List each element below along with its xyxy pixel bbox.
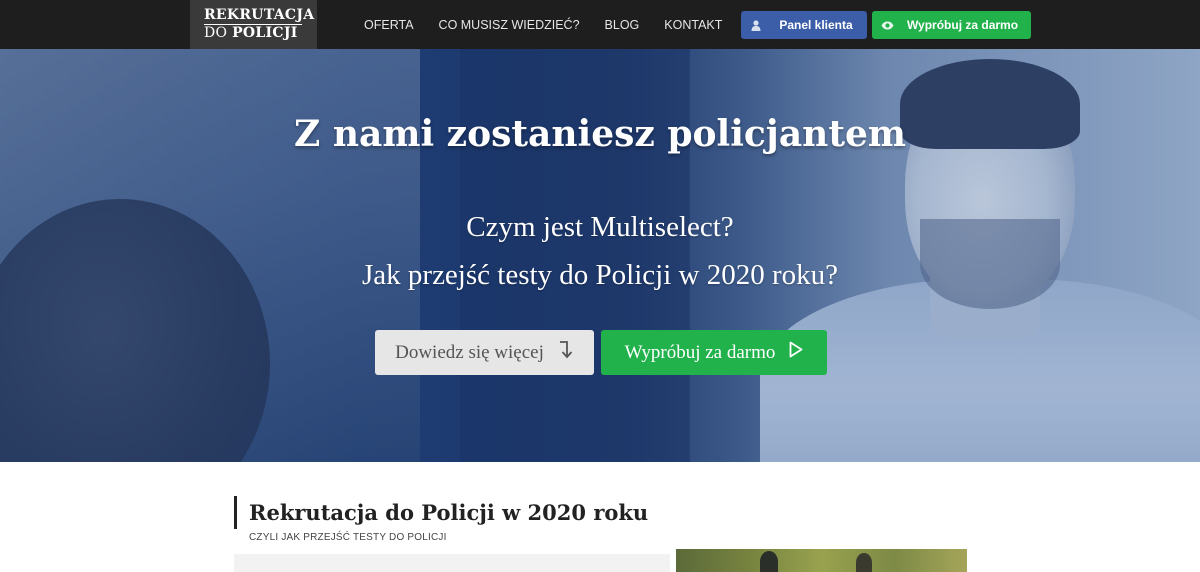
hero-bg-door (460, 49, 690, 462)
nav-item-oferta[interactable]: OFERTA (364, 18, 414, 32)
nav-item-co-musisz-wiedziec[interactable]: CO MUSISZ WIEDZIEĆ? (439, 18, 580, 32)
hero-title: Z nami zostaniesz policjantem (294, 113, 906, 155)
hero-subtitle-2: Jak przejść testy do Policji w 2020 roku… (362, 259, 838, 291)
section-subtitle: CZYLI JAK PRZEJŚĆ TESTY DO POLICJI (249, 532, 447, 543)
logo-line-2: DO POLICJI (204, 25, 317, 42)
try-free-header-button[interactable]: Wypróbuj za darmo (872, 11, 1031, 39)
try-free-hero-button[interactable]: Wypróbuj za darmo (601, 330, 827, 375)
logo-line-1: REKRUTACJA (204, 7, 315, 25)
hero-subtitle-1: Czym jest Multiselect? (466, 211, 734, 243)
site-logo[interactable]: REKRUTACJA DO POLICJI (190, 0, 317, 49)
photo-figure-2 (856, 553, 872, 572)
photo-figure-1 (760, 551, 778, 572)
hero-banner: Z nami zostaniesz policjantem Czym jest … (0, 49, 1200, 462)
eye-icon (872, 21, 902, 30)
logo-line-2-bold: POLICJI (232, 25, 298, 41)
logo-line-2-prefix: DO (204, 25, 233, 41)
play-triangle-icon (789, 341, 803, 364)
main-nav: OFERTA CO MUSISZ WIEDZIEĆ? BLOG KONTAKT (364, 0, 747, 49)
learn-more-button[interactable]: Dowiedz się więcej (375, 330, 594, 375)
arrow-down-turn-icon (558, 340, 574, 366)
try-free-hero-label: Wypróbuj za darmo (624, 341, 776, 363)
content-photo (676, 549, 967, 572)
section-title: Rekrutacja do Policji w 2020 roku (249, 500, 649, 525)
try-free-header-label: Wypróbuj za darmo (906, 18, 1019, 32)
top-navbar: REKRUTACJA DO POLICJI OFERTA CO MUSISZ W… (0, 0, 1200, 49)
user-icon (741, 19, 771, 31)
nav-item-blog[interactable]: BLOG (605, 18, 640, 32)
panel-klienta-label: Panel klienta (779, 18, 853, 32)
content-card (234, 554, 670, 572)
section-heading: Rekrutacja do Policji w 2020 roku (234, 496, 648, 529)
panel-klienta-button[interactable]: Panel klienta (741, 11, 867, 39)
learn-more-label: Dowiedz się więcej (395, 341, 544, 363)
nav-item-kontakt[interactable]: KONTAKT (664, 18, 722, 32)
